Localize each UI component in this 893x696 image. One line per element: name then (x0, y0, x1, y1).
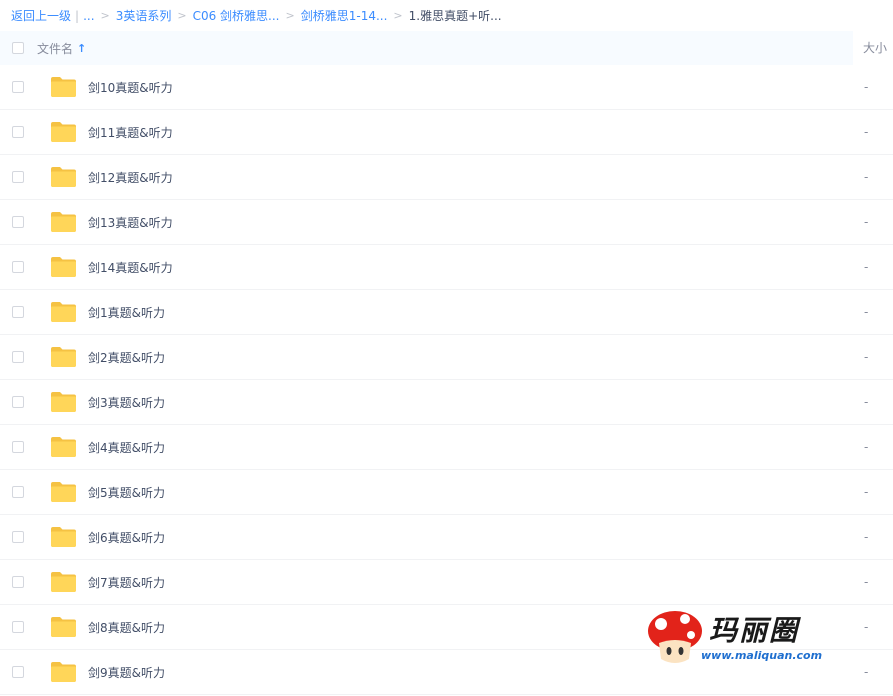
file-size: - (864, 305, 869, 319)
folder-icon (50, 346, 77, 368)
file-name[interactable]: 剑13真题&听力 (88, 214, 173, 231)
file-row[interactable]: 剑3真题&听力 - (0, 380, 893, 425)
watermark-url: www.maliquan.com (701, 649, 823, 662)
file-size: - (864, 530, 869, 544)
select-all-checkbox[interactable] (12, 42, 24, 54)
row-checkbox[interactable] (12, 576, 24, 588)
row-checkbox[interactable] (12, 396, 24, 408)
row-checkbox[interactable] (12, 351, 24, 363)
file-name[interactable]: 剑1真题&听力 (88, 304, 165, 321)
folder-icon (50, 481, 77, 503)
row-checkbox[interactable] (12, 171, 24, 183)
file-size: - (864, 170, 869, 184)
file-size: - (864, 395, 869, 409)
file-size: - (864, 125, 869, 139)
folder-icon (50, 526, 77, 548)
file-row[interactable]: 剑5真题&听力 - (0, 470, 893, 515)
file-name[interactable]: 剑12真题&听力 (88, 169, 173, 186)
watermark-title: 玛丽圈 (709, 614, 800, 647)
file-name[interactable]: 剑8真题&听力 (88, 619, 165, 636)
chevron-right-icon: > (177, 9, 187, 22)
file-row[interactable]: 剑2真题&听力 - (0, 335, 893, 380)
file-name[interactable]: 剑5真题&听力 (88, 484, 165, 501)
file-size: - (864, 575, 869, 589)
file-name[interactable]: 剑4真题&听力 (88, 439, 165, 456)
folder-icon (50, 616, 77, 638)
folder-icon (50, 436, 77, 458)
breadcrumb: 返回上一级 | ... > 3英语系列 > C06 剑桥雅思... > 剑桥雅思… (0, 0, 893, 31)
row-checkbox[interactable] (12, 81, 24, 93)
folder-icon (50, 301, 77, 323)
folder-icon (50, 121, 77, 143)
arrow-up-icon[interactable]: ↑ (77, 42, 86, 55)
file-name[interactable]: 剑2真题&听力 (88, 349, 165, 366)
column-size-label[interactable]: 大小 (863, 31, 887, 65)
file-name[interactable]: 剑6真题&听力 (88, 529, 165, 546)
row-checkbox[interactable] (12, 306, 24, 318)
folder-icon (50, 166, 77, 188)
file-name[interactable]: 剑10真题&听力 (88, 79, 173, 96)
chevron-right-icon: > (285, 9, 295, 22)
breadcrumb-item-2[interactable]: C06 剑桥雅思... (193, 7, 280, 24)
file-row[interactable]: 剑13真题&听力 - (0, 200, 893, 245)
row-checkbox[interactable] (12, 666, 24, 678)
file-row[interactable]: 剑1真题&听力 - (0, 290, 893, 335)
file-name[interactable]: 剑11真题&听力 (88, 124, 173, 141)
folder-icon (50, 661, 77, 683)
file-list: 剑10真题&听力 - 剑11真题&听力 - 剑12真题&听力 - 剑13真题&听… (0, 65, 893, 695)
file-row[interactable]: 剑7真题&听力 - (0, 560, 893, 605)
file-name[interactable]: 剑9真题&听力 (88, 664, 165, 681)
file-name[interactable]: 剑14真题&听力 (88, 259, 173, 276)
breadcrumb-ellipsis[interactable]: ... (83, 9, 94, 23)
file-size: - (864, 440, 869, 454)
file-name[interactable]: 剑3真题&听力 (88, 394, 165, 411)
chevron-right-icon: > (393, 9, 403, 22)
row-checkbox[interactable] (12, 216, 24, 228)
breadcrumb-pipe: | (75, 8, 80, 23)
row-checkbox[interactable] (12, 621, 24, 633)
file-row[interactable]: 剑6真题&听力 - (0, 515, 893, 560)
watermark-logo: 玛丽圈 www.maliquan.com (645, 609, 865, 669)
row-checkbox[interactable] (12, 531, 24, 543)
breadcrumb-item-1[interactable]: 3英语系列 (116, 7, 172, 24)
back-link[interactable]: 返回上一级 (11, 7, 71, 24)
file-row[interactable]: 剑14真题&听力 - (0, 245, 893, 290)
file-name[interactable]: 剑7真题&听力 (88, 574, 165, 591)
file-size: - (864, 260, 869, 274)
row-checkbox[interactable] (12, 486, 24, 498)
folder-icon (50, 76, 77, 98)
breadcrumb-current: 1.雅思真题+听... (408, 9, 502, 23)
file-size: - (864, 80, 869, 94)
file-row[interactable]: 剑10真题&听力 - (0, 65, 893, 110)
row-checkbox[interactable] (12, 126, 24, 138)
folder-icon (50, 256, 77, 278)
file-row[interactable]: 剑4真题&听力 - (0, 425, 893, 470)
file-size: - (864, 485, 869, 499)
chevron-right-icon: > (100, 9, 110, 22)
column-name-label[interactable]: 文件名 (37, 40, 73, 57)
folder-icon (50, 211, 77, 233)
mushroom-icon (648, 611, 702, 663)
row-checkbox[interactable] (12, 441, 24, 453)
file-size: - (864, 350, 869, 364)
file-size: - (864, 215, 869, 229)
row-checkbox[interactable] (12, 261, 24, 273)
file-list-header: 文件名 ↑ 大小 (0, 31, 893, 65)
folder-icon (50, 391, 77, 413)
breadcrumb-item-3[interactable]: 剑桥雅思1-14... (301, 7, 388, 24)
file-row[interactable]: 剑11真题&听力 - (0, 110, 893, 155)
file-row[interactable]: 剑12真题&听力 - (0, 155, 893, 200)
folder-icon (50, 571, 77, 593)
header-name-column: 文件名 ↑ (0, 31, 853, 65)
